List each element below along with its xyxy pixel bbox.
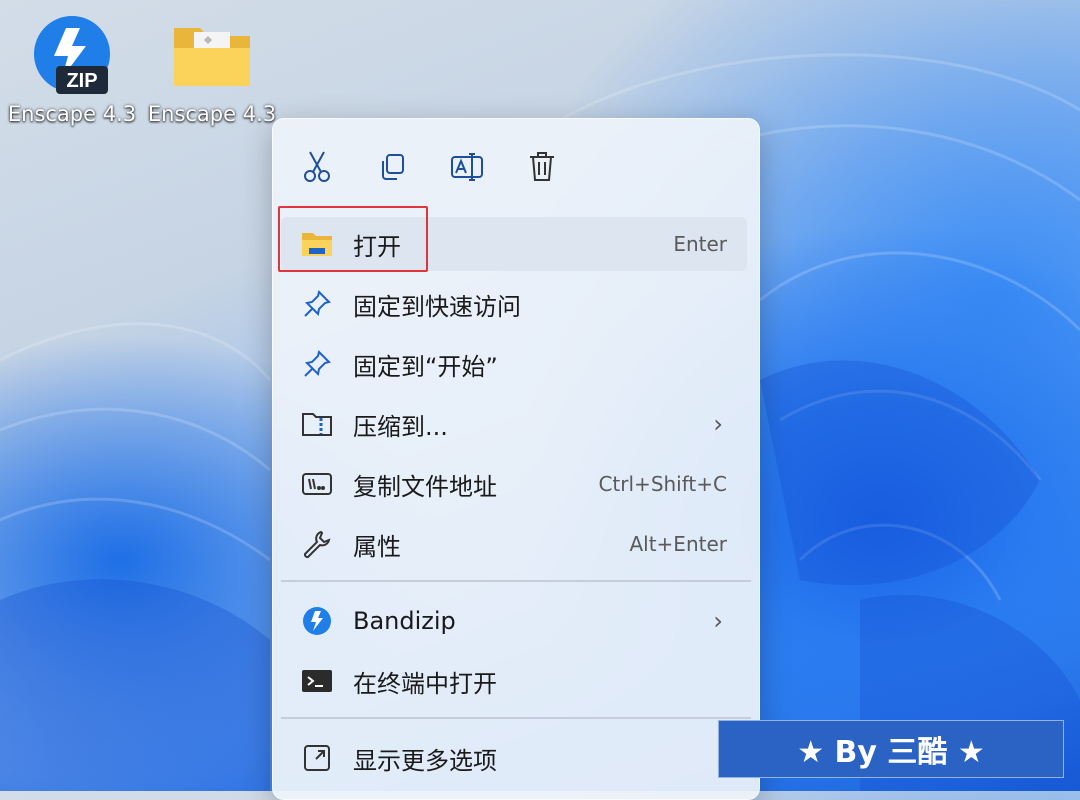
delete-button[interactable] (520, 145, 564, 189)
menu-item-shortcut: Enter (673, 232, 727, 256)
scissors-icon (304, 151, 330, 182)
menu-item-shortcut: Ctrl+Shift+C (598, 472, 727, 496)
copy-path-icon (299, 466, 335, 502)
menu-toolbar (273, 119, 759, 205)
bandizip-icon (299, 603, 335, 639)
menu-item-pin-quick-access[interactable]: 固定到快速访问 (281, 277, 747, 331)
menu-item-label: 压缩到... (353, 412, 448, 441)
copy-button[interactable] (370, 145, 414, 189)
desktop-icon-zip[interactable]: ZIP Enscape 4.3 (2, 14, 142, 126)
menu-item-open-terminal[interactable]: 在终端中打开 (281, 654, 747, 708)
menu-item-label: Bandizip (353, 607, 456, 635)
cut-button[interactable] (295, 145, 339, 189)
pin-icon (299, 286, 335, 322)
menu-item-label: 固定到快速访问 (353, 292, 521, 321)
compress-icon (299, 406, 335, 442)
zip-badge: ZIP (66, 70, 97, 92)
chevron-right-icon: › (713, 607, 723, 635)
terminal-icon (299, 663, 335, 699)
menu-item-pin-start[interactable]: 固定到“开始” (281, 337, 747, 391)
watermark-banner: ★ By 三酷 ★ (718, 720, 1064, 778)
desktop-icon-folder[interactable]: Enscape 4.3 (142, 14, 282, 126)
menu-item-properties[interactable]: 属性 Alt+Enter (281, 517, 747, 571)
menu-item-compress[interactable]: 压缩到... › (281, 397, 747, 451)
annotation-highlight-box (278, 206, 428, 272)
bandizip-zip-icon: ZIP (30, 14, 114, 98)
wrench-icon (299, 526, 335, 562)
menu-separator (281, 580, 751, 582)
menu-item-label: 复制文件地址 (353, 472, 497, 501)
chevron-right-icon: › (713, 410, 723, 438)
pin-icon (299, 346, 335, 382)
menu-item-label: 属性 (353, 532, 401, 561)
menu-item-shortcut: Alt+Enter (629, 532, 727, 556)
menu-separator (281, 717, 751, 719)
menu-item-show-more-options[interactable]: 显示更多选项 (281, 731, 747, 785)
rename-button[interactable] (445, 145, 489, 189)
desktop-icon-label: Enscape 4.3 (7, 102, 137, 126)
menu-item-label: 显示更多选项 (353, 746, 497, 775)
rename-icon (451, 153, 483, 181)
menu-item-label: 在终端中打开 (353, 669, 497, 698)
trash-icon (530, 152, 554, 181)
menu-item-bandizip[interactable]: Bandizip › (281, 594, 747, 648)
menu-item-copy-path[interactable]: 复制文件地址 Ctrl+Shift+C (281, 457, 747, 511)
copy-icon (382, 154, 404, 180)
desktop-icon-label: Enscape 4.3 (147, 102, 277, 126)
menu-item-label: 固定到“开始” (353, 352, 498, 381)
more-options-icon (299, 740, 335, 776)
folder-icon (170, 14, 254, 98)
